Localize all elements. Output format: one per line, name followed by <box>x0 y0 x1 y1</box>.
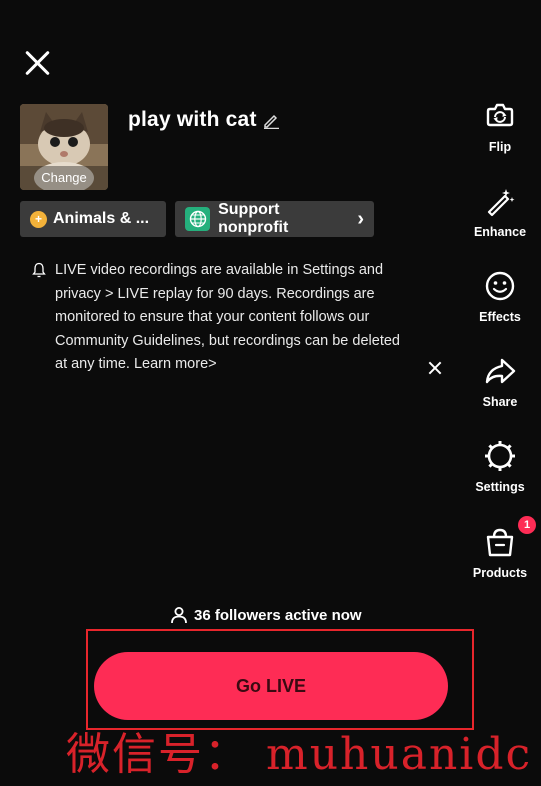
support-nonprofit-chip[interactable]: Support nonprofit › <box>175 201 374 237</box>
followers-text: 36 followers active now <box>194 606 362 624</box>
shopping-bag-icon <box>486 528 514 557</box>
flip-button[interactable]: Flip <box>466 96 534 154</box>
share-arrow-icon <box>485 358 516 384</box>
share-label: Share <box>482 395 518 409</box>
enhance-button[interactable]: Enhance <box>466 181 534 239</box>
gear-icon <box>485 441 515 471</box>
products-badge: 1 <box>518 516 536 534</box>
topic-icon: + <box>30 210 47 228</box>
support-nonprofit-label: Support nonprofit <box>218 201 289 236</box>
cover-image[interactable]: Change <box>20 104 108 190</box>
products-button[interactable]: 1 Products <box>466 516 536 580</box>
settings-button[interactable]: Settings <box>466 436 534 494</box>
magic-wand-icon <box>487 189 515 217</box>
products-label: Products <box>472 566 528 580</box>
globe-icon <box>185 207 211 231</box>
change-cover-label[interactable]: Change <box>20 166 108 190</box>
bell-icon <box>32 262 46 278</box>
flip-camera-icon <box>486 103 514 127</box>
watermark-text: 微信号： muhuanidc <box>66 729 533 780</box>
replay-notice-text: LIVE video recordings are available in S… <box>55 262 400 372</box>
flip-label: Flip <box>488 140 512 154</box>
smiley-icon <box>485 271 515 301</box>
effects-button[interactable]: Effects <box>466 266 534 324</box>
topic-label: Animals & ... <box>53 210 150 227</box>
topic-chip[interactable]: + Animals & ... <box>20 201 166 237</box>
live-title[interactable]: play with cat <box>128 108 257 132</box>
notice-close-icon[interactable] <box>427 360 443 376</box>
share-button[interactable]: Share <box>466 351 534 409</box>
chevron-right-icon: › <box>357 207 364 230</box>
close-icon[interactable] <box>22 48 52 78</box>
enhance-label: Enhance <box>473 225 527 239</box>
effects-label: Effects <box>479 310 521 324</box>
followers-active-status: 36 followers active now <box>170 606 390 624</box>
pencil-icon[interactable] <box>262 111 280 129</box>
person-icon <box>171 607 187 624</box>
go-live-button[interactable]: Go LIVE <box>94 652 448 720</box>
settings-label: Settings <box>475 480 525 494</box>
